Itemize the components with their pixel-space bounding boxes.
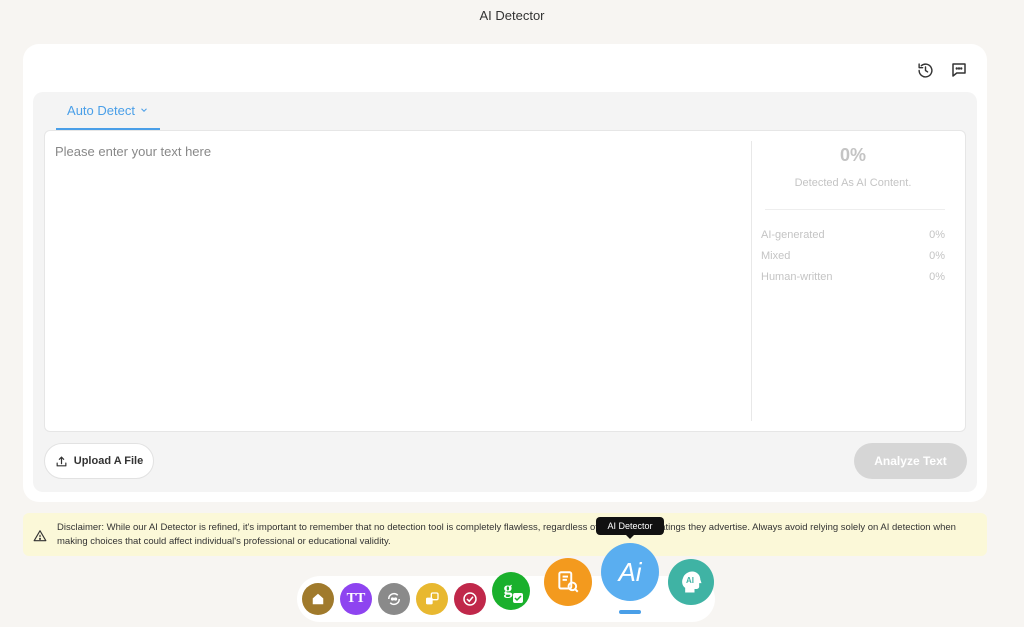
ai-percent-caption: Detected As AI Content.: [794, 177, 912, 189]
result-value: 0%: [929, 250, 945, 262]
tab-auto-detect[interactable]: Auto Detect: [56, 92, 160, 130]
card-toolbar: [915, 60, 969, 80]
dock-tooltip: AI Detector: [596, 517, 664, 539]
ai-detector-tool-button[interactable]: Ai: [601, 543, 659, 601]
result-value: 0%: [929, 271, 945, 283]
result-row-human-written: Human-written 0%: [761, 271, 945, 283]
home-tool-button[interactable]: [302, 583, 334, 615]
text-editor: 0% Detected As AI Content. AI-generated …: [44, 130, 966, 432]
plagiarism-icon: [463, 592, 477, 606]
editor-divider: [751, 141, 752, 421]
result-row-ai-generated: AI-generated 0%: [761, 229, 945, 241]
paraphrase-icon: [387, 592, 401, 606]
document-search-tool-button[interactable]: [544, 558, 592, 606]
result-row-mixed: Mixed 0%: [761, 250, 945, 262]
upload-file-button[interactable]: Upload A File: [44, 443, 154, 479]
result-label: Human-written: [761, 271, 833, 283]
translate-icon: [426, 592, 439, 605]
ai-detector-icon: Ai: [618, 556, 642, 587]
disclaimer-banner: Disclaimer: While our AI Detector is ref…: [23, 513, 987, 556]
home-icon: [312, 593, 324, 605]
page-title: AI Detector: [479, 8, 545, 23]
ai-humanizer-label: AI: [686, 576, 694, 585]
upload-icon: [56, 456, 67, 466]
upload-label: Upload A File: [73, 455, 144, 467]
paraphrase-tool-button[interactable]: [378, 583, 410, 615]
grammar-check-tool-button[interactable]: g: [492, 572, 530, 610]
chat-icon: [952, 63, 966, 77]
history-icon: [917, 62, 933, 78]
grammar-check-mark-icon: [513, 593, 523, 603]
chevron-down-icon: [141, 108, 147, 112]
tab-label: Auto Detect: [67, 102, 135, 118]
result-label: Mixed: [761, 250, 791, 262]
detector-panel: Auto Detect 0% Detected As AI Content. A…: [33, 92, 977, 492]
results-panel: 0% Detected As AI Content. AI-generated …: [761, 131, 945, 431]
warning-icon: [33, 530, 47, 542]
analyze-text-button[interactable]: Analyze Text: [854, 443, 967, 479]
result-value: 0%: [929, 229, 945, 241]
translate-tool-button[interactable]: [416, 583, 448, 615]
disclaimer-text: Disclaimer: While our AI Detector is ref…: [57, 522, 956, 547]
plagiarism-tool-button[interactable]: [454, 583, 486, 615]
result-label: AI-generated: [761, 229, 825, 241]
results-divider: [765, 209, 945, 210]
text-size-icon: TT: [346, 591, 366, 606]
feedback-button[interactable]: [949, 60, 969, 80]
active-tool-indicator: [619, 610, 641, 614]
history-button[interactable]: [915, 60, 935, 80]
document-search-icon: [558, 571, 579, 593]
text-size-tool-button[interactable]: TT: [340, 583, 372, 615]
text-input[interactable]: [45, 131, 751, 431]
ai-humanizer-tool-button[interactable]: AI: [668, 559, 714, 605]
ai-percent: 0%: [839, 145, 866, 165]
detector-card: Auto Detect 0% Detected As AI Content. A…: [23, 44, 987, 502]
